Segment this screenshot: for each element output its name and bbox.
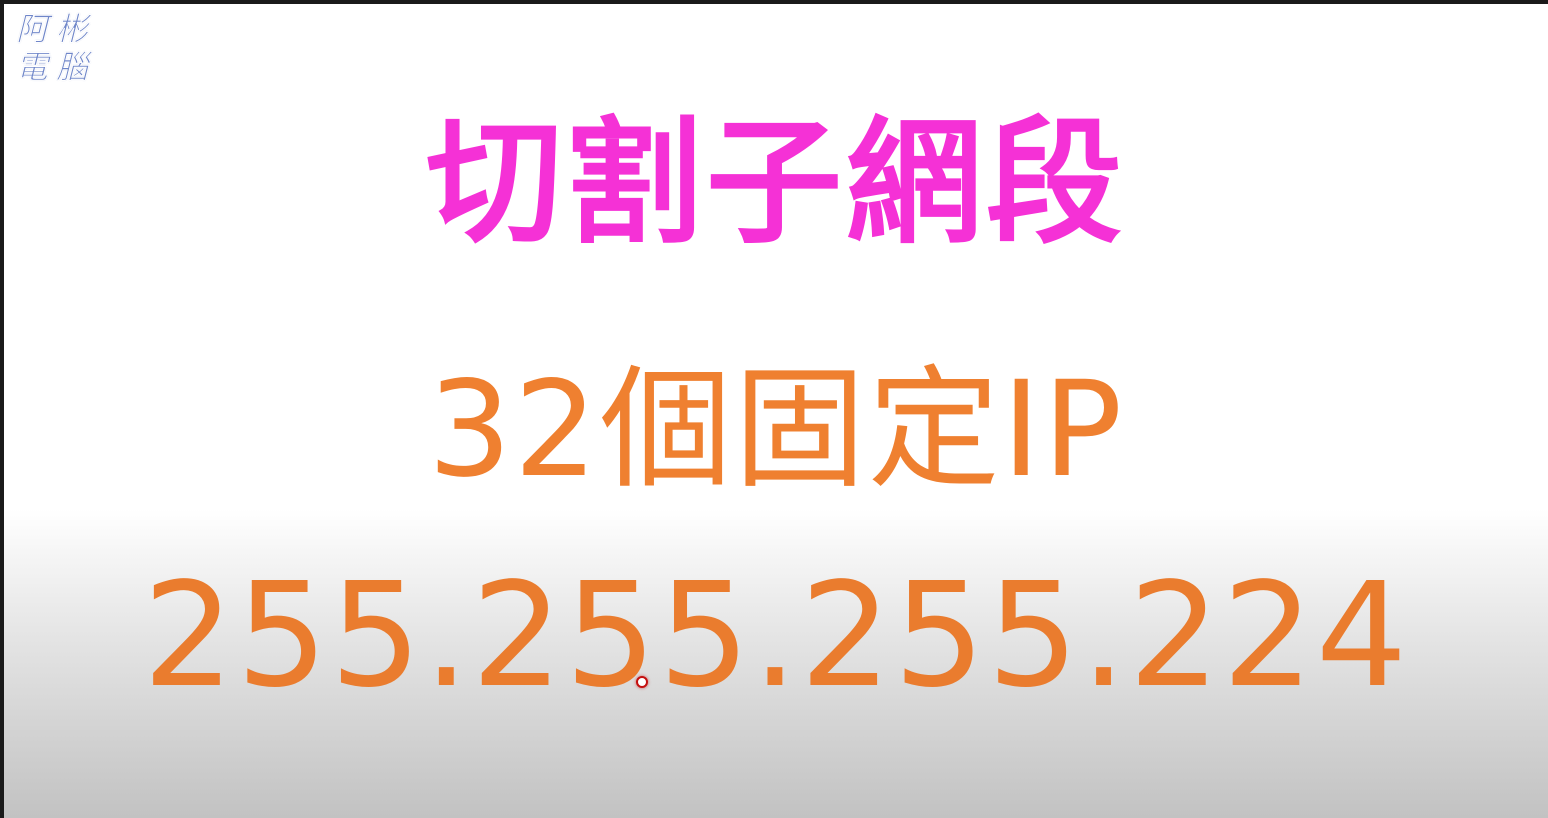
subnet-mask-text: 255.255.255.224 bbox=[142, 551, 1410, 719]
slide-canvas: 阿 彬 電 腦 切割子網段 32個固定IP 255.255.255.224 bbox=[4, 4, 1548, 818]
channel-logo: 阿 彬 電 腦 bbox=[12, 10, 94, 87]
logo-char: 腦 bbox=[55, 48, 88, 87]
logo-char: 彬 bbox=[55, 10, 88, 49]
cursor-icon bbox=[636, 676, 648, 688]
slide-subtitle: 32個固定IP bbox=[427, 353, 1125, 507]
slide-title: 切割子網段 bbox=[426, 105, 1126, 263]
logo-char: 阿 bbox=[15, 10, 48, 49]
logo-char: 電 bbox=[15, 48, 48, 87]
